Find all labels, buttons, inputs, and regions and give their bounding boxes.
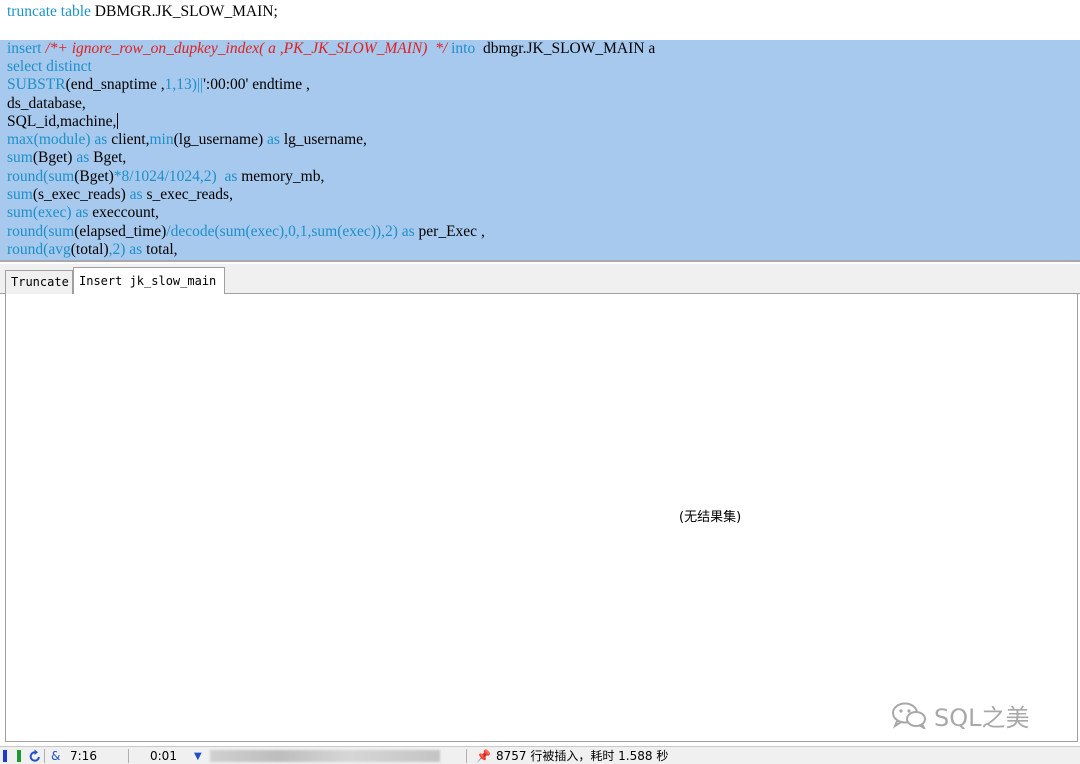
code-text: per_Exec , [414, 223, 485, 240]
function: sum [48, 168, 75, 185]
code-line-12[interactable]: sum(exec) as execcount, [0, 204, 1080, 222]
code-text: s_exec_reads, [142, 186, 233, 203]
code-text: (total) [70, 241, 109, 258]
code-line-6[interactable]: ds_database, [0, 95, 1080, 113]
code-text: lg_username, [279, 131, 367, 148]
number: ,0,1, [284, 223, 312, 240]
pin-icon: 📌 [476, 749, 491, 763]
code-text: SQL_id,machine, [7, 113, 117, 130]
status-indicator-green [17, 750, 21, 762]
function: sum(exec) [219, 223, 285, 240]
code-text: Bget, [89, 149, 127, 166]
code-line-5[interactable]: SUBSTR(end_snaptime ,1,13)||':00:00' end… [0, 76, 1080, 94]
function: max(module) [7, 131, 91, 148]
keyword: as [125, 241, 143, 258]
status-message: 8757 行被插入，耗时 1.588 秒 [496, 749, 669, 763]
function: sum(exec) [7, 204, 72, 221]
function: sum [7, 149, 33, 166]
function: avg [48, 241, 71, 258]
function: round [7, 241, 44, 258]
code-line-10[interactable]: round(sum(Bget)*8/1024/1024,2) as memory… [0, 168, 1080, 186]
code-text: (Bget) [32, 149, 73, 166]
empty-result-label: (无结果集) [679, 510, 742, 525]
function: /decode [166, 223, 215, 240]
code-text: memory_mb, [237, 168, 325, 185]
function: sum(exec) [311, 223, 376, 240]
tab-truncate[interactable]: Truncate [5, 270, 73, 294]
keyword: insert [7, 40, 42, 57]
keyword: as [216, 168, 238, 185]
wechat-icon [892, 702, 926, 729]
dropdown-icon[interactable]: ▼ [194, 749, 202, 764]
hint-comment: /*+ ignore_row_on_dupkey_index( a ,PK_JK… [41, 40, 448, 57]
cursor-position: 7:16 [70, 749, 97, 763]
function: round [7, 168, 44, 185]
wechat-watermark: SQL之美 [890, 700, 1030, 732]
code-line-7[interactable]: SQL_id,machine, [0, 113, 1080, 131]
refresh-icon[interactable] [29, 749, 41, 763]
number: 1,13)|| [164, 76, 204, 93]
status-bar: & 7:16 0:01 ▼ 📌 8757 行被插入，耗时 1.588 秒 [0, 746, 1080, 764]
code-line-9[interactable]: sum(Bget) as Bget, [0, 149, 1080, 167]
code-text: DBMGR.JK_SLOW_MAIN; [90, 3, 278, 20]
code-text: dbmgr.JK_SLOW_MAIN a [475, 40, 656, 57]
function: sum [7, 186, 33, 203]
keyword: truncate table [7, 3, 91, 20]
keyword: as [90, 131, 108, 148]
code-line-14[interactable]: round(avg(total),2) as total, [0, 241, 1080, 259]
keyword: select distinct [7, 58, 92, 75]
code-line-1[interactable]: truncate table DBMGR.JK_SLOW_MAIN; [0, 3, 1080, 21]
tab-insert-jk-slow-main[interactable]: Insert jk_slow_main [73, 267, 225, 295]
status-indicator-blue [3, 750, 7, 762]
sql-editor[interactable]: truncate table DBMGR.JK_SLOW_MAIN; inser… [0, 0, 1080, 262]
keyword: as [72, 149, 90, 166]
code-text: total, [142, 241, 178, 258]
keyword: as [397, 223, 415, 240]
code-line-3[interactable]: insert /*+ ignore_row_on_dupkey_index( a… [0, 40, 1080, 58]
function: SUBSTR [7, 76, 66, 93]
code-text: execcount, [88, 204, 159, 221]
code-text: client, [107, 131, 150, 148]
code-line-4[interactable]: select distinct [0, 58, 1080, 76]
code-line-11[interactable]: sum(s_exec_reads) as s_exec_reads, [0, 186, 1080, 204]
string: ':00:00' [203, 76, 249, 93]
code-text: (Bget) [74, 168, 114, 185]
elapsed-time: 0:01 [150, 749, 177, 763]
ampersand-icon: & [51, 749, 61, 763]
code-line-13[interactable]: round(sum(elapsed_time)/decode(sum(exec)… [0, 223, 1080, 241]
function: min [149, 131, 174, 148]
code-line-8[interactable]: max(module) as client,min(lg_username) a… [0, 131, 1080, 149]
status-separator [128, 749, 129, 763]
text-cursor [117, 113, 119, 129]
code-text: (end_snaptime , [65, 76, 165, 93]
result-tab-bar: Truncate Insert jk_slow_main [0, 264, 1080, 295]
function: sum [48, 223, 75, 240]
watermark-text: SQL之美 [934, 703, 1030, 732]
code-text: (elapsed_time) [74, 223, 167, 240]
keyword: as [263, 131, 280, 148]
keyword: into [447, 40, 476, 57]
keyword: as [125, 186, 143, 203]
status-separator [466, 749, 467, 763]
code-text: endtime , [248, 76, 310, 93]
code-text: ds_database, [7, 95, 86, 112]
number: *8/1024/1024,2) [113, 168, 217, 185]
number: ),2) [375, 223, 398, 240]
code-text: (s_exec_reads) [32, 186, 126, 203]
obscured-connection-info [210, 750, 440, 762]
status-separator [44, 749, 45, 763]
function: round [7, 223, 44, 240]
keyword: as [71, 204, 89, 221]
number: ,2) [108, 241, 126, 258]
code-text: (lg_username) [173, 131, 264, 148]
result-grid[interactable] [5, 294, 1078, 742]
